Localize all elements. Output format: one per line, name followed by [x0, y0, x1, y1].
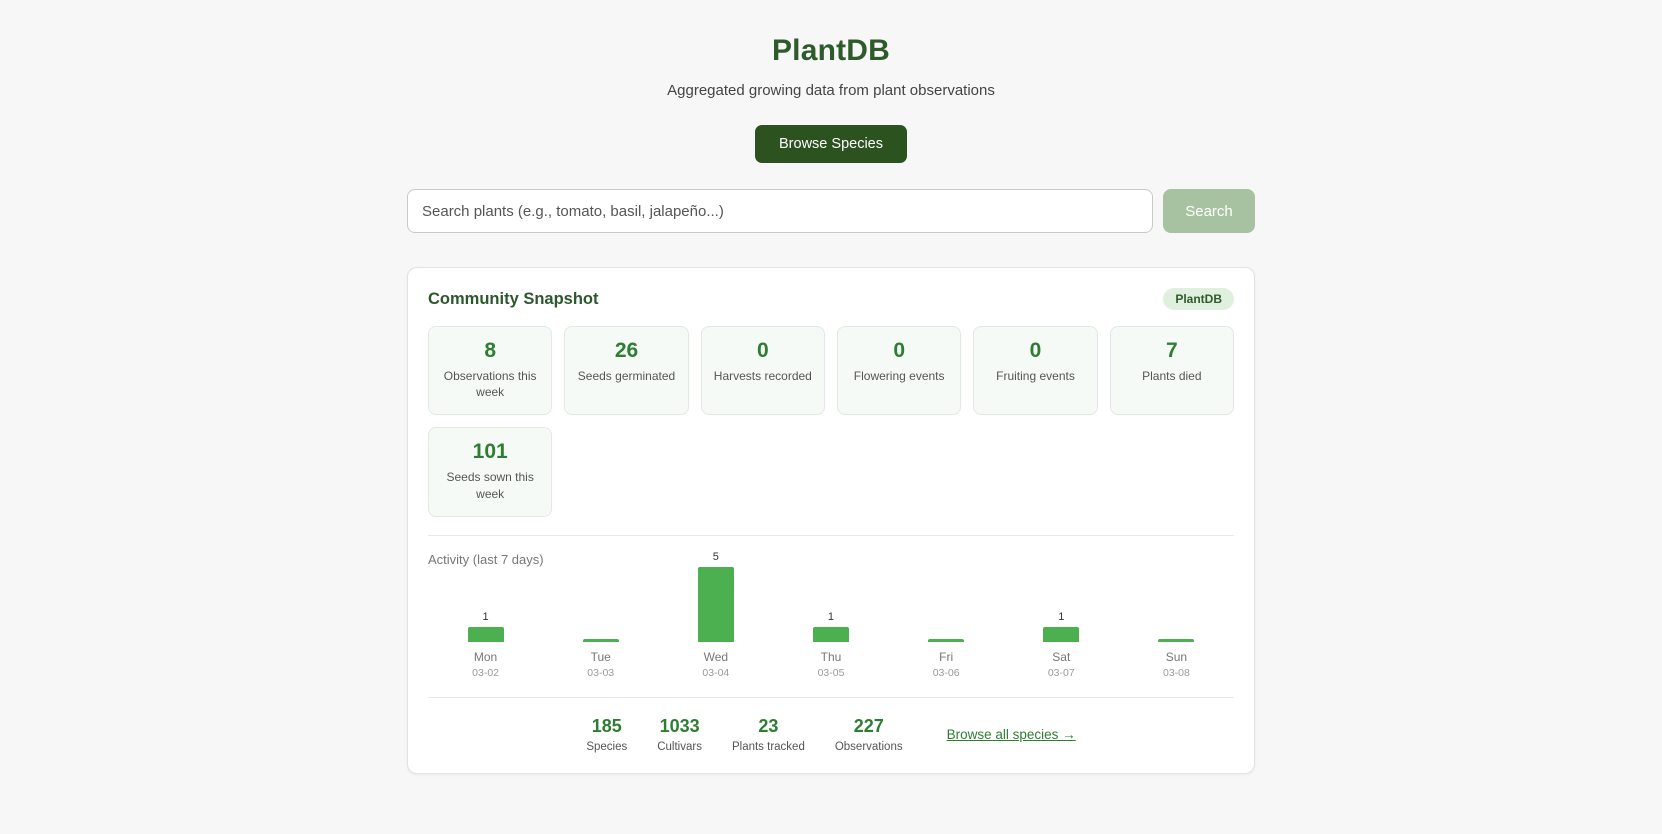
footer-stats: 185 Species 1033 Cultivars 23 Plants tra… — [428, 716, 1234, 753]
stat-value: 0 — [1029, 339, 1042, 362]
stat-value: 101 — [472, 440, 508, 464]
stat-tile-fruiting-events: 0 Fruiting events — [973, 326, 1098, 416]
chart-bar-group-sat: 1 Sat 03-07 — [1004, 550, 1119, 679]
bar-day-label: Mon — [473, 649, 498, 664]
chart-bar — [1158, 638, 1195, 642]
stat-label: Flowering events — [853, 369, 945, 383]
bar-day-label: Thu — [820, 649, 842, 664]
chart-bars: 1 Mon 03-02 Tue 03-03 5 Wed 03-04 1 Thu … — [428, 550, 1234, 679]
stat-label: Harvests recorded — [713, 369, 812, 383]
bar-value-label: 1 — [482, 610, 489, 623]
plantdb-badge: PlantDB — [1163, 288, 1234, 310]
chart-bar-group-sun: Sun 03-08 — [1119, 550, 1234, 679]
chart-bar-group-mon: 1 Mon 03-02 — [428, 550, 543, 679]
activity-chart: Activity (last 7 days) 1 Mon 03-02 Tue 0… — [428, 536, 1234, 679]
stats-grid: 8 Observations this week 26 Seeds germin… — [428, 326, 1234, 517]
bar-value-label: 5 — [712, 550, 719, 563]
bar-day-label: Wed — [703, 649, 729, 664]
bar-date-label: 03-05 — [817, 666, 845, 679]
footer-stat-value: 23 — [758, 715, 779, 736]
footer-stat-value: 1033 — [659, 715, 700, 736]
stat-tile-observations-week: 8 Observations this week — [428, 326, 553, 416]
page-subtitle: Aggregated growing data from plant obser… — [667, 82, 995, 99]
bar-day-label: Sat — [1052, 649, 1071, 664]
chart-bar-group-thu: 1 Thu 03-05 — [773, 550, 888, 679]
stat-value: 7 — [1165, 339, 1178, 362]
page-title: PlantDB — [771, 34, 891, 67]
footer-stat-value: 185 — [591, 715, 622, 736]
stat-tile-flowering-events: 0 Flowering events — [837, 326, 962, 416]
chart-bar — [928, 638, 965, 642]
chart-bar-group-tue: Tue 03-03 — [543, 550, 658, 679]
chart-bar — [582, 638, 619, 642]
footer-stat-plants-tracked: 23 Plants tracked — [732, 716, 805, 753]
stat-tile-seeds-germinated: 26 Seeds germinated — [564, 326, 689, 416]
chart-bar-group-wed: 5 Wed 03-04 — [658, 550, 773, 679]
chart-bar — [812, 626, 849, 642]
page: PlantDB Aggregated growing data from pla… — [407, 0, 1255, 834]
chart-bar-group-fri: Fri 03-06 — [889, 550, 1004, 679]
bar-date-label: 03-07 — [1047, 666, 1075, 679]
bar-value-label: 1 — [827, 610, 835, 623]
footer-stat-label: Plants tracked — [731, 740, 805, 753]
bar-day-label: Sun — [1165, 649, 1188, 664]
bar-date-label: 03-06 — [932, 666, 960, 679]
divider — [428, 696, 1234, 698]
stat-value: 0 — [893, 339, 905, 362]
card-title: Community Snapshot — [428, 289, 599, 308]
chart-bar — [467, 626, 504, 642]
bar-date-label: 03-02 — [472, 666, 499, 679]
stat-tile-seeds-sown-week: 101 Seeds sown this week — [428, 427, 553, 517]
bar-date-label: 03-03 — [587, 666, 615, 679]
footer-stat-value: 227 — [853, 715, 884, 736]
bar-day-label: Tue — [590, 649, 611, 664]
footer-stat-label: Cultivars — [657, 740, 702, 753]
stat-value: 8 — [484, 339, 496, 362]
chart-bar — [697, 566, 734, 642]
bar-day-label: Fri — [939, 649, 954, 664]
chart-bar — [1043, 626, 1080, 642]
community-snapshot-card: Community Snapshot PlantDB 8 Observation… — [407, 267, 1255, 774]
search-button[interactable]: Search — [1163, 189, 1255, 233]
search-bar: Search — [407, 189, 1255, 233]
stat-value: 26 — [614, 339, 639, 362]
stat-label: Observations this week — [443, 369, 537, 400]
bar-value-label: 1 — [1058, 610, 1065, 623]
browse-species-button[interactable]: Browse Species — [755, 125, 907, 163]
footer-stat-label: Observations — [834, 740, 903, 753]
card-header: Community Snapshot PlantDB — [428, 288, 1234, 310]
stat-tile-plants-died: 7 Plants died — [1109, 326, 1234, 416]
footer-stat-species: 185 Species — [586, 716, 627, 753]
stat-label: Seeds germinated — [577, 369, 676, 383]
stat-label: Fruiting events — [996, 369, 1075, 383]
stat-tile-harvests-recorded: 0 Harvests recorded — [700, 326, 825, 416]
stat-value: 0 — [756, 339, 769, 362]
footer-stat-observations: 227 Observations — [835, 716, 903, 753]
bar-date-label: 03-04 — [702, 666, 730, 679]
bar-date-label: 03-08 — [1162, 666, 1190, 679]
footer-stat-cultivars: 1033 Cultivars — [657, 716, 702, 753]
search-input[interactable] — [407, 189, 1153, 233]
browse-all-species-link[interactable]: Browse all species → — [947, 727, 1076, 742]
stat-label: Seeds sown this week — [446, 470, 534, 501]
footer-stat-label: Species — [586, 740, 628, 753]
stat-label: Plants died — [1142, 369, 1202, 383]
chart-title: Activity (last 7 days) — [428, 551, 544, 567]
header: PlantDB Aggregated growing data from pla… — [407, 34, 1255, 163]
